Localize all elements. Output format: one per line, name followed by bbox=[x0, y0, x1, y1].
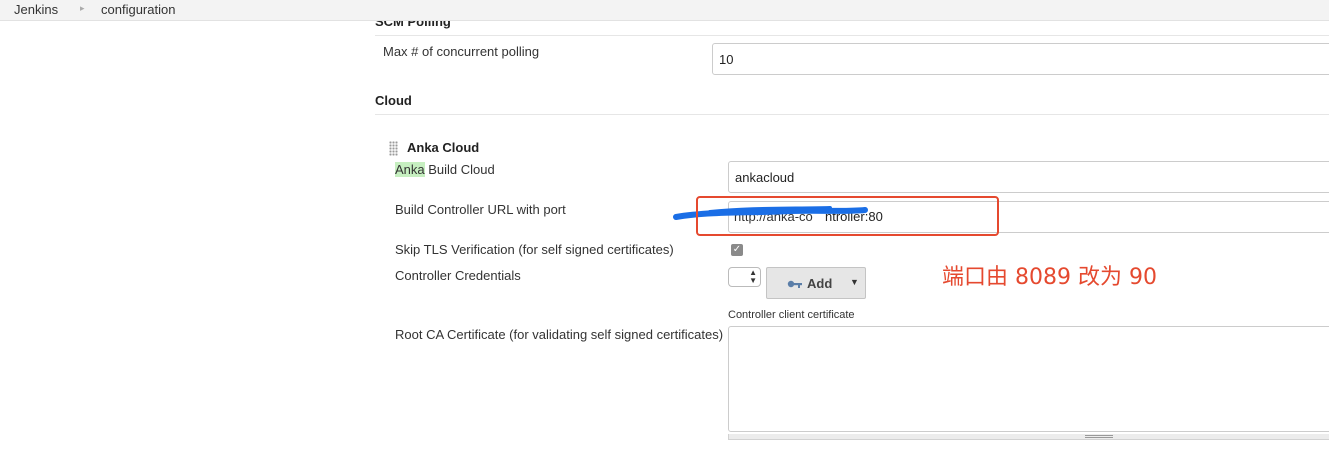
controller-client-certificate-label: Controller client certificate bbox=[728, 309, 855, 321]
anka-highlight: Anka bbox=[395, 162, 425, 177]
cloud-section-divider bbox=[375, 114, 1329, 115]
breadcrumb-jenkins-link[interactable]: Jenkins bbox=[14, 2, 58, 17]
add-button-label: Add bbox=[807, 276, 833, 291]
select-updown-icon: ▲ ▼ bbox=[749, 268, 757, 285]
resize-grip-icon bbox=[1085, 435, 1113, 436]
cloud-section-title: Cloud bbox=[375, 93, 412, 108]
max-concurrent-polling-input[interactable] bbox=[712, 43, 1329, 75]
key-icon bbox=[787, 280, 802, 288]
breadcrumb-separator-icon: ▸ bbox=[80, 3, 85, 13]
annotation-note: 端口由 8089 改为 90 bbox=[942, 265, 1157, 290]
breadcrumb-configuration-link[interactable]: configuration bbox=[101, 2, 175, 17]
chevron-down-icon: ▼ bbox=[850, 277, 859, 287]
controller-credentials-label: Controller Credentials bbox=[395, 268, 521, 283]
root-ca-textarea[interactable] bbox=[728, 326, 1329, 432]
drag-handle-icon[interactable] bbox=[389, 141, 398, 156]
root-ca-label: Root CA Certificate (for validating self… bbox=[395, 327, 724, 342]
anka-cloud-title: Anka Cloud bbox=[407, 140, 480, 155]
build-controller-url-label: Build Controller URL with port bbox=[395, 202, 566, 217]
skip-tls-checkbox[interactable]: ✓ bbox=[731, 244, 743, 256]
max-concurrent-polling-label: Max # of concurrent polling bbox=[383, 44, 540, 59]
textarea-resize-bar[interactable] bbox=[728, 434, 1329, 440]
cloud-name-input[interactable] bbox=[728, 161, 1329, 193]
resize-grip-line bbox=[1085, 437, 1113, 438]
anka-build-cloud-label: Anka Build Cloud bbox=[395, 162, 495, 177]
section-divider bbox=[375, 35, 1329, 36]
add-credentials-button[interactable]: Add ▼ bbox=[766, 267, 866, 299]
anka-build-cloud-label-rest: Build Cloud bbox=[424, 162, 495, 177]
annotation-highlight-box bbox=[696, 196, 999, 236]
breadcrumb: Jenkins ▸ configuration bbox=[0, 0, 1329, 21]
credentials-select[interactable]: ▲ ▼ bbox=[728, 267, 761, 287]
skip-tls-label: Skip TLS Verification (for self signed c… bbox=[395, 242, 674, 257]
